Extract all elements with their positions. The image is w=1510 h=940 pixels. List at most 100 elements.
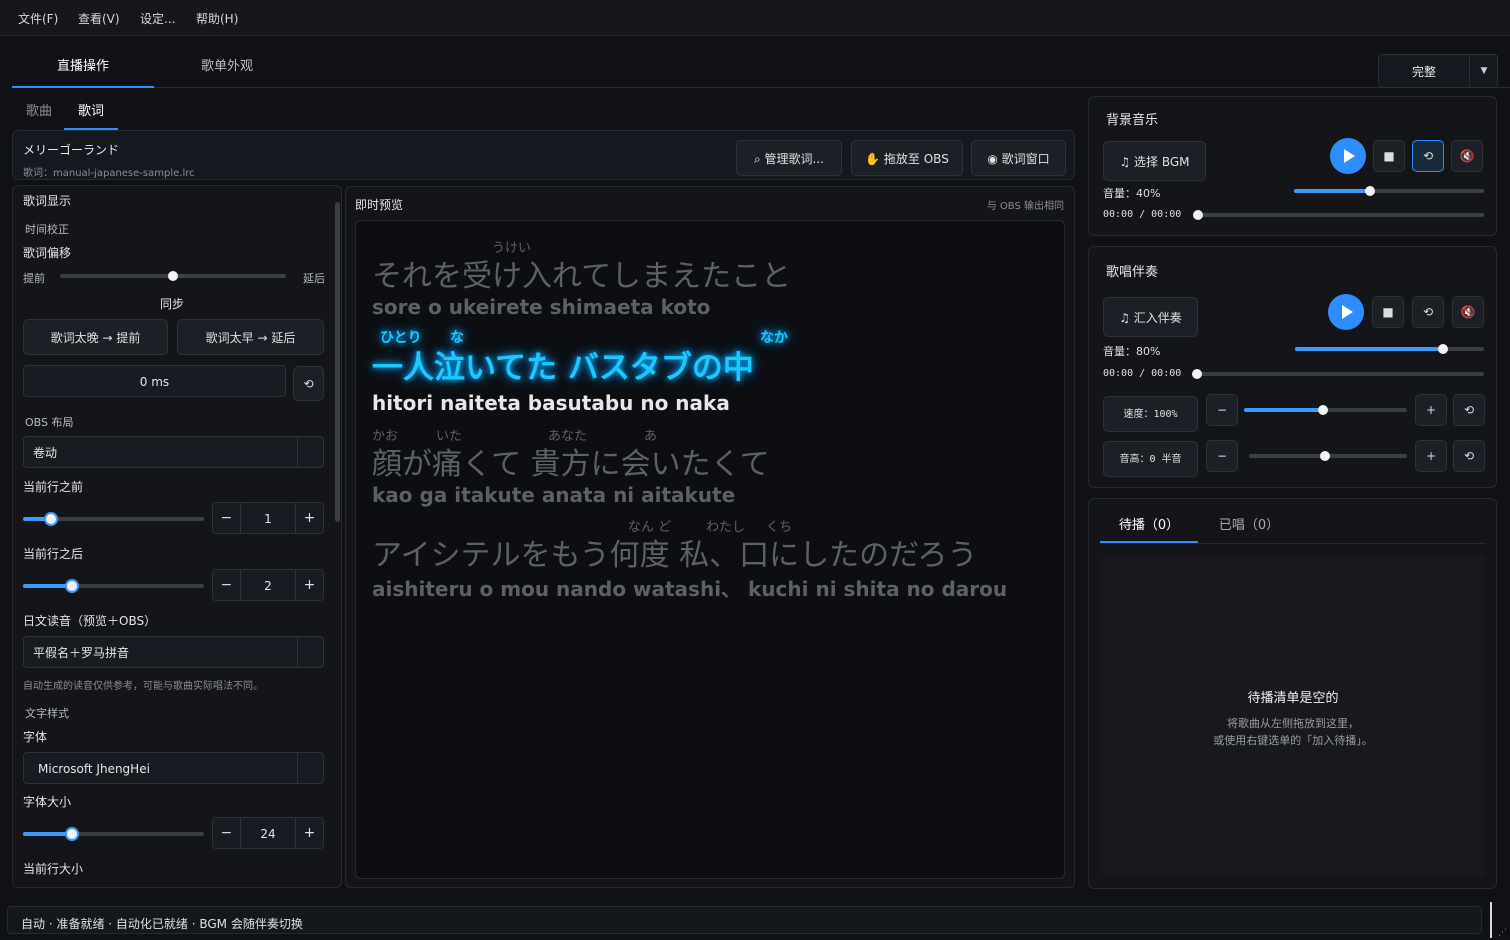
main-tabs: 直播操作 歌单外观 — [12, 48, 1510, 88]
reset-icon[interactable]: ⟲ — [293, 366, 324, 401]
play-button[interactable] — [1328, 294, 1364, 330]
manage-lyrics-button[interactable]: ⌕ 管理歌词... — [736, 140, 842, 176]
accomp-seek-slider[interactable] — [1193, 372, 1484, 376]
chevron-down-icon[interactable] — [297, 637, 323, 667]
mute-button[interactable]: 🔇 — [1452, 296, 1484, 328]
font-size-stepper[interactable]: − 24 + — [212, 817, 324, 849]
section-title: 歌词显示 — [23, 194, 72, 208]
reading-value: 平假名＋罗马拼音 — [33, 646, 130, 660]
tab-sung[interactable]: 已唱（0） — [1209, 509, 1289, 543]
reset-icon[interactable]: ⟲ — [1453, 394, 1485, 426]
menu-view[interactable]: 查看(V) — [78, 10, 120, 27]
menu-settings[interactable]: 设定... — [140, 10, 175, 27]
divider — [1490, 902, 1492, 938]
plus-icon[interactable]: + — [1415, 394, 1447, 426]
menu-bar: 文件(F) 查看(V) 设定... 帮助(H) — [0, 0, 1510, 36]
font-size-value[interactable]: 24 — [241, 818, 295, 848]
bgm-seek-slider[interactable] — [1194, 213, 1484, 217]
plus-icon[interactable]: + — [295, 818, 323, 848]
before-slider-knob[interactable] — [44, 512, 58, 526]
stop-button[interactable]: ■ — [1372, 296, 1404, 328]
before-value[interactable]: 1 — [241, 503, 295, 533]
loop-button[interactable]: ⟲ — [1412, 296, 1444, 328]
live-preview-panel: 即时预览 与 OBS 输出相同 うけい それを受け入れてしまえたこと sore … — [345, 186, 1075, 888]
preview-title: 即时预览 — [355, 198, 404, 212]
text-style-label: 文字样式 — [25, 707, 69, 720]
bgm-seek-knob[interactable] — [1193, 210, 1203, 220]
menu-help[interactable]: 帮助(H) — [196, 10, 238, 27]
resize-grip-icon[interactable]: ⋰ — [1498, 928, 1507, 938]
lyric-line: アイシテルをもう何度 私、口にしたのだろう — [372, 538, 978, 573]
import-accomp-button[interactable]: ♫ 汇入伴奏 — [1103, 297, 1198, 337]
lyrics-window-button[interactable]: ◉ 歌词窗口 — [971, 140, 1066, 176]
offset-value-field[interactable]: 0 ms — [23, 365, 286, 397]
before-stepper[interactable]: − 1 + — [212, 502, 324, 534]
minus-icon[interactable]: − — [1206, 394, 1238, 426]
minus-icon[interactable]: − — [213, 570, 241, 600]
play-icon — [1342, 305, 1353, 319]
after-stepper[interactable]: − 2 + — [212, 569, 324, 601]
stop-button[interactable]: ■ — [1373, 140, 1405, 172]
pitch-slider-knob[interactable] — [1320, 451, 1330, 461]
lyric-romaji: kao ga itakute anata ni aitakute — [372, 483, 736, 507]
menu-file[interactable]: 文件(F) — [18, 10, 58, 27]
lyrics-late-button[interactable]: 歌词太晚 → 提前 — [23, 319, 168, 355]
reset-icon[interactable]: ⟲ — [1453, 440, 1485, 472]
queue-drop-zone[interactable]: 待播清单是空的 将歌曲从左侧拖放到这里， 或使用右键选单的「加入待播」。 — [1101, 555, 1485, 877]
after-value[interactable]: 2 — [241, 570, 295, 600]
font-size-slider-knob[interactable] — [65, 827, 79, 841]
font-value: Microsoft JhengHei — [38, 762, 150, 776]
select-bgm-button[interactable]: ♫ 选择 BGM — [1103, 141, 1206, 181]
bgm-volume-fill — [1294, 189, 1370, 193]
mode-label[interactable]: 完整 — [1379, 55, 1469, 87]
ruby-text: なか — [760, 330, 788, 346]
offset-slider-knob[interactable] — [168, 271, 178, 281]
offset-label: 歌词偏移 — [23, 246, 72, 260]
import-accomp-label: 汇入伴奏 — [1133, 311, 1182, 325]
after-slider-knob[interactable] — [65, 579, 79, 593]
plus-icon[interactable]: + — [1415, 440, 1447, 472]
stop-icon: ■ — [1383, 149, 1395, 163]
reading-note: 自动生成的读音仅供参考，可能与歌曲实际唱法不同。 — [23, 681, 263, 692]
drag-to-obs-button[interactable]: ✋ 拖放至 OBS — [851, 140, 963, 176]
minus-icon[interactable]: − — [213, 503, 241, 533]
accomp-volume-knob[interactable] — [1438, 344, 1448, 354]
chevron-down-icon[interactable] — [297, 753, 323, 783]
before-label: 当前行之前 — [23, 480, 84, 494]
scrollbar[interactable] — [335, 202, 340, 522]
subtab-lyrics[interactable]: 歌词 — [64, 98, 118, 130]
empty-line1: 将歌曲从左侧拖放到这里， — [1227, 717, 1359, 730]
speed-slider-knob[interactable] — [1318, 405, 1328, 415]
status-bar: 自动 · 准备就绪 · 自动化已就绪 · BGM 会随伴奏切换 — [7, 906, 1482, 934]
accomp-seek-knob[interactable] — [1192, 369, 1202, 379]
chevron-down-icon[interactable] — [297, 437, 323, 467]
bgm-title: 背景音乐 — [1106, 113, 1159, 128]
sync-label: 同步 — [160, 297, 185, 311]
tab-pending[interactable]: 待播（0） — [1100, 509, 1198, 543]
mode-split-button[interactable]: 完整 ▼ — [1378, 54, 1498, 88]
eye-icon: ◉ — [987, 152, 1002, 166]
lyric-line: それを受け入れてしまえたこと — [372, 259, 792, 294]
stop-icon: ■ — [1382, 305, 1394, 319]
obs-layout-select[interactable]: 卷动 — [23, 436, 324, 468]
font-size-label: 字体大小 — [23, 795, 72, 809]
bgm-volume-knob[interactable] — [1365, 186, 1375, 196]
loop-button[interactable]: ⟲ — [1412, 140, 1444, 172]
reading-select[interactable]: 平假名＋罗马拼音 — [23, 636, 324, 668]
mute-button[interactable]: 🔇 — [1451, 140, 1483, 172]
play-button[interactable] — [1330, 138, 1366, 174]
subtab-songs[interactable]: 歌曲 — [26, 98, 52, 130]
minus-icon[interactable]: − — [213, 818, 241, 848]
tab-live-control[interactable]: 直播操作 — [12, 48, 154, 88]
plus-icon[interactable]: + — [295, 570, 323, 600]
plus-icon[interactable]: + — [295, 503, 323, 533]
reading-label: 日文读音（预览＋OBS） — [23, 614, 157, 628]
select-bgm-label: 选择 BGM — [1134, 155, 1190, 169]
tab-playlist-appearance[interactable]: 歌单外观 — [172, 48, 282, 88]
minus-icon[interactable]: − — [1206, 440, 1238, 472]
empty-line2: 或使用右键选单的「加入待播」。 — [1213, 734, 1373, 747]
lyrics-early-button[interactable]: 歌词太早 → 延后 — [177, 319, 324, 355]
chevron-down-icon[interactable]: ▼ — [1469, 55, 1498, 87]
font-select[interactable]: Microsoft JhengHei — [23, 752, 324, 784]
earlier-label: 提前 — [23, 272, 45, 285]
